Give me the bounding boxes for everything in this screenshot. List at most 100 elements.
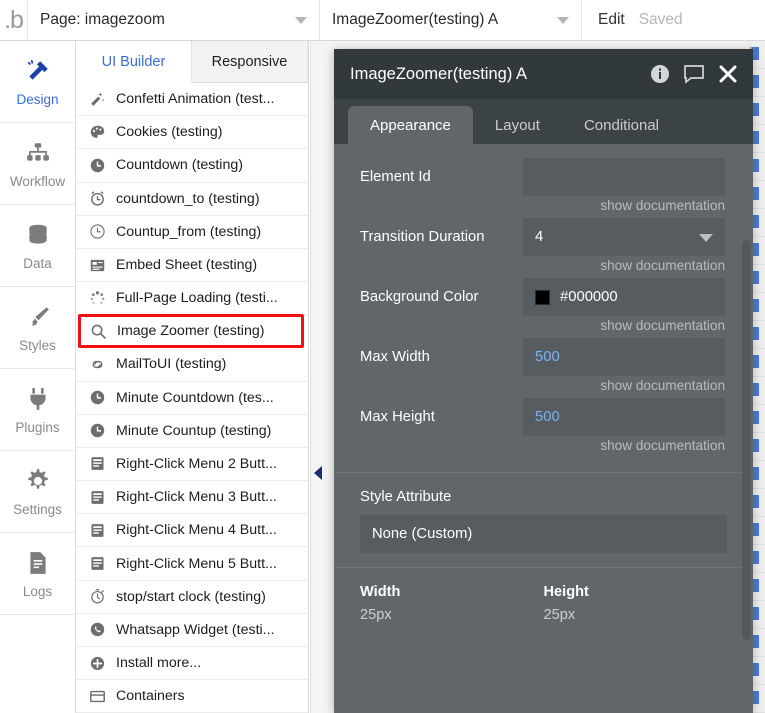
paintbrush-icon [23,302,53,332]
property-editor-tabs: AppearanceLayoutConditional [334,99,753,144]
tab-responsive[interactable]: Responsive [192,41,308,82]
property-editor: ImageZoomer(testing) A AppearanceLayoutC… [334,49,753,713]
show-documentation-link[interactable]: show documentation [334,316,753,338]
chevron-down-icon [557,17,569,24]
field-input-background-color[interactable]: #000000 [523,278,725,316]
rail-item-plugins[interactable]: Plugins [0,369,75,451]
height-value: 25px [544,607,728,623]
magnifier-icon [89,322,107,340]
field-value-max-width: 500 [535,349,560,365]
comment-icon[interactable] [683,63,705,85]
design-tools-icon [23,56,53,86]
rail-item-label: Settings [13,502,62,517]
list-item-label: Right-Click Menu 5 Butt... [116,556,277,572]
list-item[interactable]: stop/start clock (testing) [76,581,308,614]
list-item-label: Minute Countup (testing) [116,423,271,439]
list-item[interactable]: Install more... [76,647,308,680]
field-input-element-id[interactable] [523,158,725,196]
rail-item-styles[interactable]: Styles [0,287,75,369]
list-item[interactable]: Whatsapp Widget (testi... [76,614,308,647]
container-icon [88,687,106,705]
tab-ui-builder[interactable]: UI Builder [76,41,192,83]
menu-block-icon [88,488,106,506]
show-documentation-link[interactable]: show documentation [334,196,753,218]
clock-outline-icon [88,223,106,241]
list-item[interactable]: Minute Countup (testing) [76,415,308,448]
list-item[interactable]: Full-Page Loading (testi... [76,282,308,315]
close-icon[interactable] [717,63,739,85]
list-item[interactable]: MailToUI (testing) [76,348,308,381]
field-input-transition-duration[interactable]: 4 [523,218,725,256]
field-label-max-width: Max Width [360,349,523,365]
bubble-editor-window: .b Page: imagezoom ImageZoomer(testing) … [0,0,765,713]
field-value-max-height: 500 [535,409,560,425]
list-item[interactable]: Right-Click Menu 5 Butt... [76,547,308,580]
list-item[interactable]: countdown_to (testing) [76,183,308,216]
list-item[interactable]: Containers [76,680,308,713]
list-item[interactable]: Right-Click Menu 2 Butt... [76,448,308,481]
element-selector-value: ImageZoomer(testing) A [332,11,498,29]
list-item-selected[interactable]: Image Zoomer (testing) [78,314,304,348]
field-input-max-width[interactable]: 500 [523,338,725,376]
width-label: Width [360,584,544,600]
list-item[interactable]: Countup_from (testing) [76,216,308,249]
list-item-label: Countdown (testing) [116,157,243,173]
menu-block-icon [88,455,106,473]
alarm-clock-icon [88,190,106,208]
property-tab-conditional[interactable]: Conditional [562,106,681,144]
property-editor-scrollbar[interactable] [742,240,751,640]
list-item[interactable]: Cookies (testing) [76,116,308,149]
workflow-icon [23,138,53,168]
field-value-transition-duration: 4 [535,229,543,245]
list-item[interactable]: Countdown (testing) [76,149,308,182]
list-item[interactable]: Minute Countdown (tes... [76,382,308,415]
element-selector[interactable]: ImageZoomer(testing) A [320,0,582,40]
rail-item-label: Workflow [10,174,65,189]
bubble-logo[interactable]: .b [0,0,28,40]
list-item-label: MailToUI (testing) [116,356,226,372]
property-tab-layout[interactable]: Layout [473,106,562,144]
list-item-label: Right-Click Menu 4 Butt... [116,522,277,538]
show-documentation-link[interactable]: show documentation [334,256,753,278]
page-selector[interactable]: Page: imagezoom [28,0,320,40]
color-swatch[interactable] [535,290,550,305]
edit-button[interactable]: Edit [598,11,625,29]
style-attribute-select[interactable]: None (Custom) [360,515,727,553]
collapse-panel-arrow[interactable] [311,463,325,483]
rail-item-logs[interactable]: Logs [0,533,75,615]
width-value: 25px [360,607,544,623]
list-item[interactable]: Right-Click Menu 4 Butt... [76,514,308,547]
plus-circle-icon [88,654,106,672]
list-item[interactable]: Right-Click Menu 3 Butt... [76,481,308,514]
list-item-label: Cookies (testing) [116,124,222,140]
property-tab-appearance[interactable]: Appearance [348,106,473,144]
clock-filled-icon [88,422,106,440]
rail-item-label: Data [23,256,52,271]
rail-item-workflow[interactable]: Workflow [0,123,75,205]
elements-list[interactable]: Confetti Animation (test... Cookies (test… [76,83,308,713]
field-row-background-color: Background Color#000000 [334,278,753,316]
dimensions-block: Width 25px Height 25px [334,568,753,623]
field-label-background-color: Background Color [360,289,523,305]
show-documentation-link[interactable]: show documentation [334,376,753,398]
list-item-label: Countup_from (testing) [116,224,261,240]
field-label-max-height: Max Height [360,409,523,425]
triangle-left-icon [314,466,322,480]
rail-item-settings[interactable]: Settings [0,451,75,533]
topbar-actions: Edit Saved [582,0,683,40]
field-input-max-height[interactable]: 500 [523,398,725,436]
list-item-label: Embed Sheet (testing) [116,257,257,273]
height-label: Height [544,584,728,600]
property-editor-title: ImageZoomer(testing) A [350,65,637,84]
style-attribute-block: Style Attribute None (Custom) [334,473,753,553]
list-item-label: Minute Countdown (tes... [116,390,274,406]
info-icon[interactable] [649,63,671,85]
rail-item-label: Plugins [15,420,59,435]
list-item-label: countdown_to (testing) [116,191,260,207]
rail-item-data[interactable]: Data [0,205,75,287]
list-item-label: Image Zoomer (testing) [117,323,264,339]
list-item[interactable]: Embed Sheet (testing) [76,249,308,282]
rail-item-design[interactable]: Design [0,41,75,123]
list-item[interactable]: Confetti Animation (test... [76,83,308,116]
show-documentation-link[interactable]: show documentation [334,436,753,458]
